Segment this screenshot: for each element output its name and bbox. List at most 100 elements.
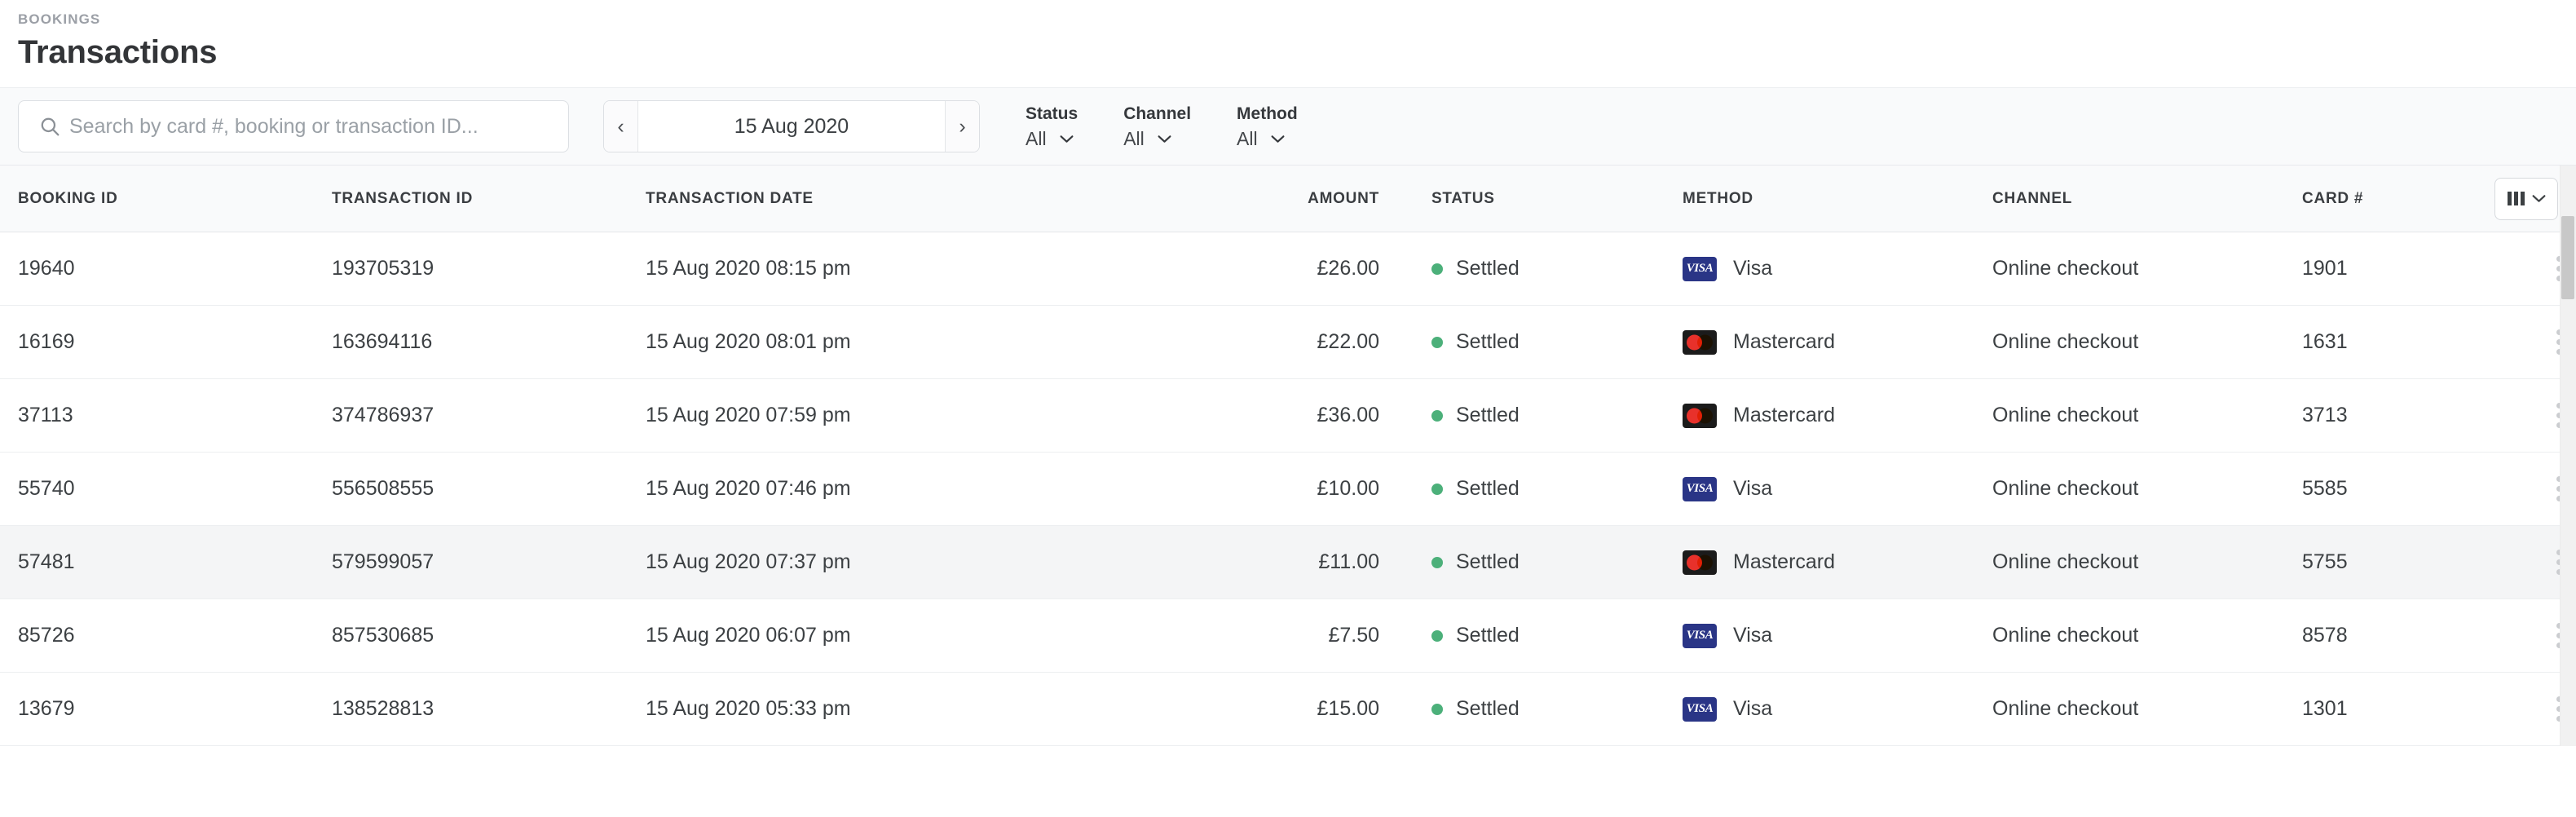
transactions-page: BOOKINGS Transactions ‹ 15 Aug 2020 › St… bbox=[0, 0, 2576, 817]
status-label: Settled bbox=[1456, 404, 1520, 427]
search-input[interactable] bbox=[18, 100, 569, 152]
cell-amount: £11.00 bbox=[1135, 550, 1379, 574]
cell-actions bbox=[2547, 403, 2558, 428]
chevron-down-icon bbox=[1158, 135, 1171, 144]
cell-transaction-date: 15 Aug 2020 07:37 pm bbox=[646, 550, 1135, 574]
cell-card: 5585 bbox=[2302, 477, 2547, 501]
filter-channel-select[interactable]: All bbox=[1123, 130, 1191, 148]
date-value[interactable]: 15 Aug 2020 bbox=[638, 101, 945, 152]
cell-booking-id: 19640 bbox=[18, 257, 332, 280]
filter-method: Method All bbox=[1237, 100, 1298, 152]
cell-transaction-id: 138528813 bbox=[332, 697, 646, 721]
cell-channel: Online checkout bbox=[1992, 257, 2302, 280]
cell-transaction-date: 15 Aug 2020 08:15 pm bbox=[646, 257, 1135, 280]
method-label: Mastercard bbox=[1733, 404, 1835, 427]
status-label: Settled bbox=[1456, 257, 1520, 280]
status-label: Settled bbox=[1456, 550, 1520, 574]
cell-channel: Online checkout bbox=[1992, 624, 2302, 647]
status-dot-icon bbox=[1431, 263, 1443, 275]
cell-transaction-id: 579599057 bbox=[332, 550, 646, 574]
cell-method: VISAVisa bbox=[1683, 257, 1992, 281]
cell-actions bbox=[2547, 550, 2558, 575]
vertical-scrollbar[interactable] bbox=[2560, 166, 2576, 746]
visa-logo: VISA bbox=[1683, 697, 1717, 722]
cell-booking-id: 37113 bbox=[18, 404, 332, 427]
filter-status-label: Status bbox=[1026, 104, 1078, 124]
status-dot-icon bbox=[1431, 410, 1443, 422]
breadcrumb: BOOKINGS bbox=[18, 11, 2558, 28]
column-header-transaction-id: TRANSACTION ID bbox=[332, 190, 646, 208]
status-label: Settled bbox=[1456, 477, 1520, 501]
table-body: 1964019370531915 Aug 2020 08:15 pm£26.00… bbox=[0, 232, 2576, 746]
column-header-transaction-date: TRANSACTION DATE bbox=[646, 190, 1135, 208]
status-dot-icon bbox=[1431, 630, 1443, 642]
cell-method: Mastercard bbox=[1683, 404, 1992, 428]
column-header-status: STATUS bbox=[1379, 190, 1683, 208]
cell-amount: £10.00 bbox=[1135, 477, 1379, 501]
column-header-channel: CHANNEL bbox=[1992, 190, 2302, 208]
date-picker: ‹ 15 Aug 2020 › bbox=[603, 100, 980, 152]
cell-status: Settled bbox=[1379, 330, 1683, 354]
table-row[interactable]: 3711337478693715 Aug 2020 07:59 pm£36.00… bbox=[0, 379, 2576, 453]
cell-actions bbox=[2547, 256, 2558, 281]
visa-logo: VISA bbox=[1683, 477, 1717, 501]
cell-booking-id: 57481 bbox=[18, 550, 332, 574]
date-prev-button[interactable]: ‹ bbox=[604, 101, 638, 152]
cell-status: Settled bbox=[1379, 697, 1683, 721]
page-title: Transactions bbox=[18, 32, 2558, 73]
transactions-table: BOOKING ID TRANSACTION ID TRANSACTION DA… bbox=[0, 166, 2576, 746]
mastercard-logo bbox=[1683, 550, 1717, 575]
cell-transaction-date: 15 Aug 2020 06:07 pm bbox=[646, 624, 1135, 647]
mastercard-logo bbox=[1683, 330, 1717, 355]
cell-actions bbox=[2547, 476, 2558, 501]
table-row[interactable]: 1367913852881315 Aug 2020 05:33 pm£15.00… bbox=[0, 673, 2576, 746]
cell-transaction-id: 556508555 bbox=[332, 477, 646, 501]
table-row[interactable]: 8572685753068515 Aug 2020 06:07 pm£7.50S… bbox=[0, 599, 2576, 673]
cell-method: VISAVisa bbox=[1683, 624, 1992, 648]
status-dot-icon bbox=[1431, 704, 1443, 715]
date-next-button[interactable]: › bbox=[945, 101, 979, 152]
cell-card: 1301 bbox=[2302, 697, 2547, 721]
column-settings-button[interactable] bbox=[2494, 178, 2558, 220]
status-dot-icon bbox=[1431, 484, 1443, 495]
table-row[interactable]: 5574055650855515 Aug 2020 07:46 pm£10.00… bbox=[0, 453, 2576, 526]
filter-channel: Channel All bbox=[1123, 100, 1191, 152]
cell-booking-id: 85726 bbox=[18, 624, 332, 647]
cell-transaction-id: 374786937 bbox=[332, 404, 646, 427]
filter-status-select[interactable]: All bbox=[1026, 130, 1078, 148]
cell-booking-id: 55740 bbox=[18, 477, 332, 501]
cell-card: 8578 bbox=[2302, 624, 2547, 647]
cell-status: Settled bbox=[1379, 477, 1683, 501]
cell-method: VISAVisa bbox=[1683, 697, 1992, 722]
cell-status: Settled bbox=[1379, 404, 1683, 427]
cell-channel: Online checkout bbox=[1992, 697, 2302, 721]
mastercard-logo bbox=[1683, 404, 1717, 428]
cell-status: Settled bbox=[1379, 550, 1683, 574]
column-header-method: METHOD bbox=[1683, 190, 1992, 208]
cell-method: VISAVisa bbox=[1683, 477, 1992, 501]
visa-logo: VISA bbox=[1683, 257, 1717, 281]
table-row[interactable]: 5748157959905715 Aug 2020 07:37 pm£11.00… bbox=[0, 526, 2576, 599]
scrollbar-thumb[interactable] bbox=[2561, 216, 2574, 299]
cell-actions bbox=[2547, 329, 2558, 355]
columns-icon bbox=[2508, 192, 2525, 205]
cell-booking-id: 16169 bbox=[18, 330, 332, 354]
status-label: Settled bbox=[1456, 697, 1520, 721]
status-dot-icon bbox=[1431, 337, 1443, 348]
table-row[interactable]: 1616916369411615 Aug 2020 08:01 pm£22.00… bbox=[0, 306, 2576, 379]
cell-status: Settled bbox=[1379, 257, 1683, 280]
cell-actions bbox=[2547, 696, 2558, 722]
table-row[interactable]: 1964019370531915 Aug 2020 08:15 pm£26.00… bbox=[0, 232, 2576, 306]
column-header-amount: AMOUNT bbox=[1135, 190, 1379, 208]
filter-method-label: Method bbox=[1237, 104, 1298, 124]
cell-channel: Online checkout bbox=[1992, 477, 2302, 501]
page-header: BOOKINGS Transactions bbox=[0, 0, 2576, 73]
cell-transaction-date: 15 Aug 2020 07:59 pm bbox=[646, 404, 1135, 427]
cell-transaction-date: 15 Aug 2020 05:33 pm bbox=[646, 697, 1135, 721]
status-label: Settled bbox=[1456, 330, 1520, 354]
cell-channel: Online checkout bbox=[1992, 330, 2302, 354]
chevron-down-icon bbox=[1271, 135, 1285, 144]
cell-card: 5755 bbox=[2302, 550, 2547, 574]
filter-method-select[interactable]: All bbox=[1237, 130, 1298, 148]
cell-amount: £22.00 bbox=[1135, 330, 1379, 354]
